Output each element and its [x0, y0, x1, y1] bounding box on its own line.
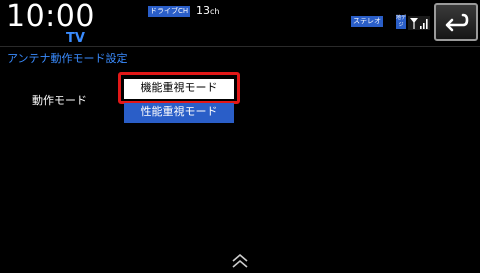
back-button[interactable] [434, 3, 478, 41]
return-arrow-icon [445, 13, 469, 32]
antenna-signal-icon [408, 15, 430, 30]
channel-unit: ch [210, 7, 220, 16]
option-performance-priority[interactable]: 性能重視モード [124, 103, 234, 123]
source-label: TV [66, 31, 85, 46]
stereo-badge: ステレオ [351, 16, 383, 27]
scroll-up-button[interactable] [229, 253, 251, 269]
digital-badge: 地デ ジ [396, 15, 406, 29]
channel-number: 13 [196, 4, 210, 17]
operation-mode-label: 動作モード [32, 94, 87, 107]
page-title: アンテナ動作モード設定 [7, 52, 128, 65]
header-divider [0, 46, 480, 47]
clock: 10:00 [6, 0, 95, 34]
channel-display: 13ch [196, 4, 219, 19]
double-chevron-up-icon [232, 253, 248, 268]
digital-badge-top: 地デ [396, 15, 407, 21]
focus-highlight [118, 72, 240, 104]
drive-channel-badge: ドライブCH [148, 6, 191, 17]
digital-badge-bottom: ジ [398, 22, 404, 28]
